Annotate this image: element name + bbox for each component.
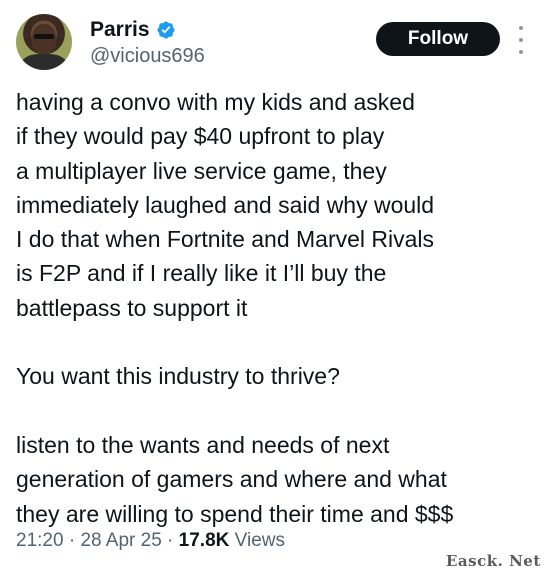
follow-button[interactable]: Follow [376, 22, 500, 56]
tweet-line: having a convo with my kids and asked [16, 89, 415, 115]
avatar-face [32, 24, 56, 54]
tweet-line: You want this industry to thrive? [16, 363, 340, 390]
tweet-text: having a convo with my kids and asked if… [16, 85, 541, 531]
views-label: Views [229, 530, 285, 551]
display-name[interactable]: Parris [90, 18, 150, 42]
avatar-glasses [34, 34, 54, 39]
tweet-header: Parris @vicious696 Follow [16, 14, 536, 74]
tweet-date[interactable]: 28 Apr 25 [80, 530, 161, 551]
tweet-line: they are willing to spend their time and… [16, 500, 454, 527]
tweet-time[interactable]: 21:20 [16, 530, 64, 551]
views-count: 17.8K [178, 530, 230, 551]
tweet-line: immediately laughed and said why would [16, 191, 435, 218]
tweet-metadata: 21:20 · 28 Apr 25 · 17.8K Views [16, 530, 285, 552]
tweet-line: is F2P and if I really like it I’ll buy … [16, 260, 387, 287]
dot [519, 38, 523, 42]
tweet-line: listen to the wants and needs of next [16, 431, 390, 458]
vertical-ellipsis-icon[interactable] [516, 26, 526, 54]
meta-separator: · [63, 530, 81, 551]
verified-badge-icon [157, 21, 175, 39]
meta-separator: · [161, 530, 179, 551]
user-handle[interactable]: @vicious696 [90, 45, 205, 68]
avatar-shirt [22, 54, 66, 70]
tweet-line: a multiplayer live service game, they [16, 157, 387, 184]
tweet-line: I do that when Fortnite and Marvel Rival… [16, 226, 435, 253]
tweet-line: generation of gamers and where and what [16, 466, 447, 493]
avatar[interactable] [16, 14, 72, 70]
tweet-line: battlepass to support it [16, 294, 248, 321]
watermark: Easck. Net [446, 552, 541, 570]
dot [519, 26, 523, 30]
name-row: Parris [90, 18, 176, 42]
dot [519, 50, 523, 54]
tweet-line: if they would pay $40 upfront to play [16, 123, 385, 150]
